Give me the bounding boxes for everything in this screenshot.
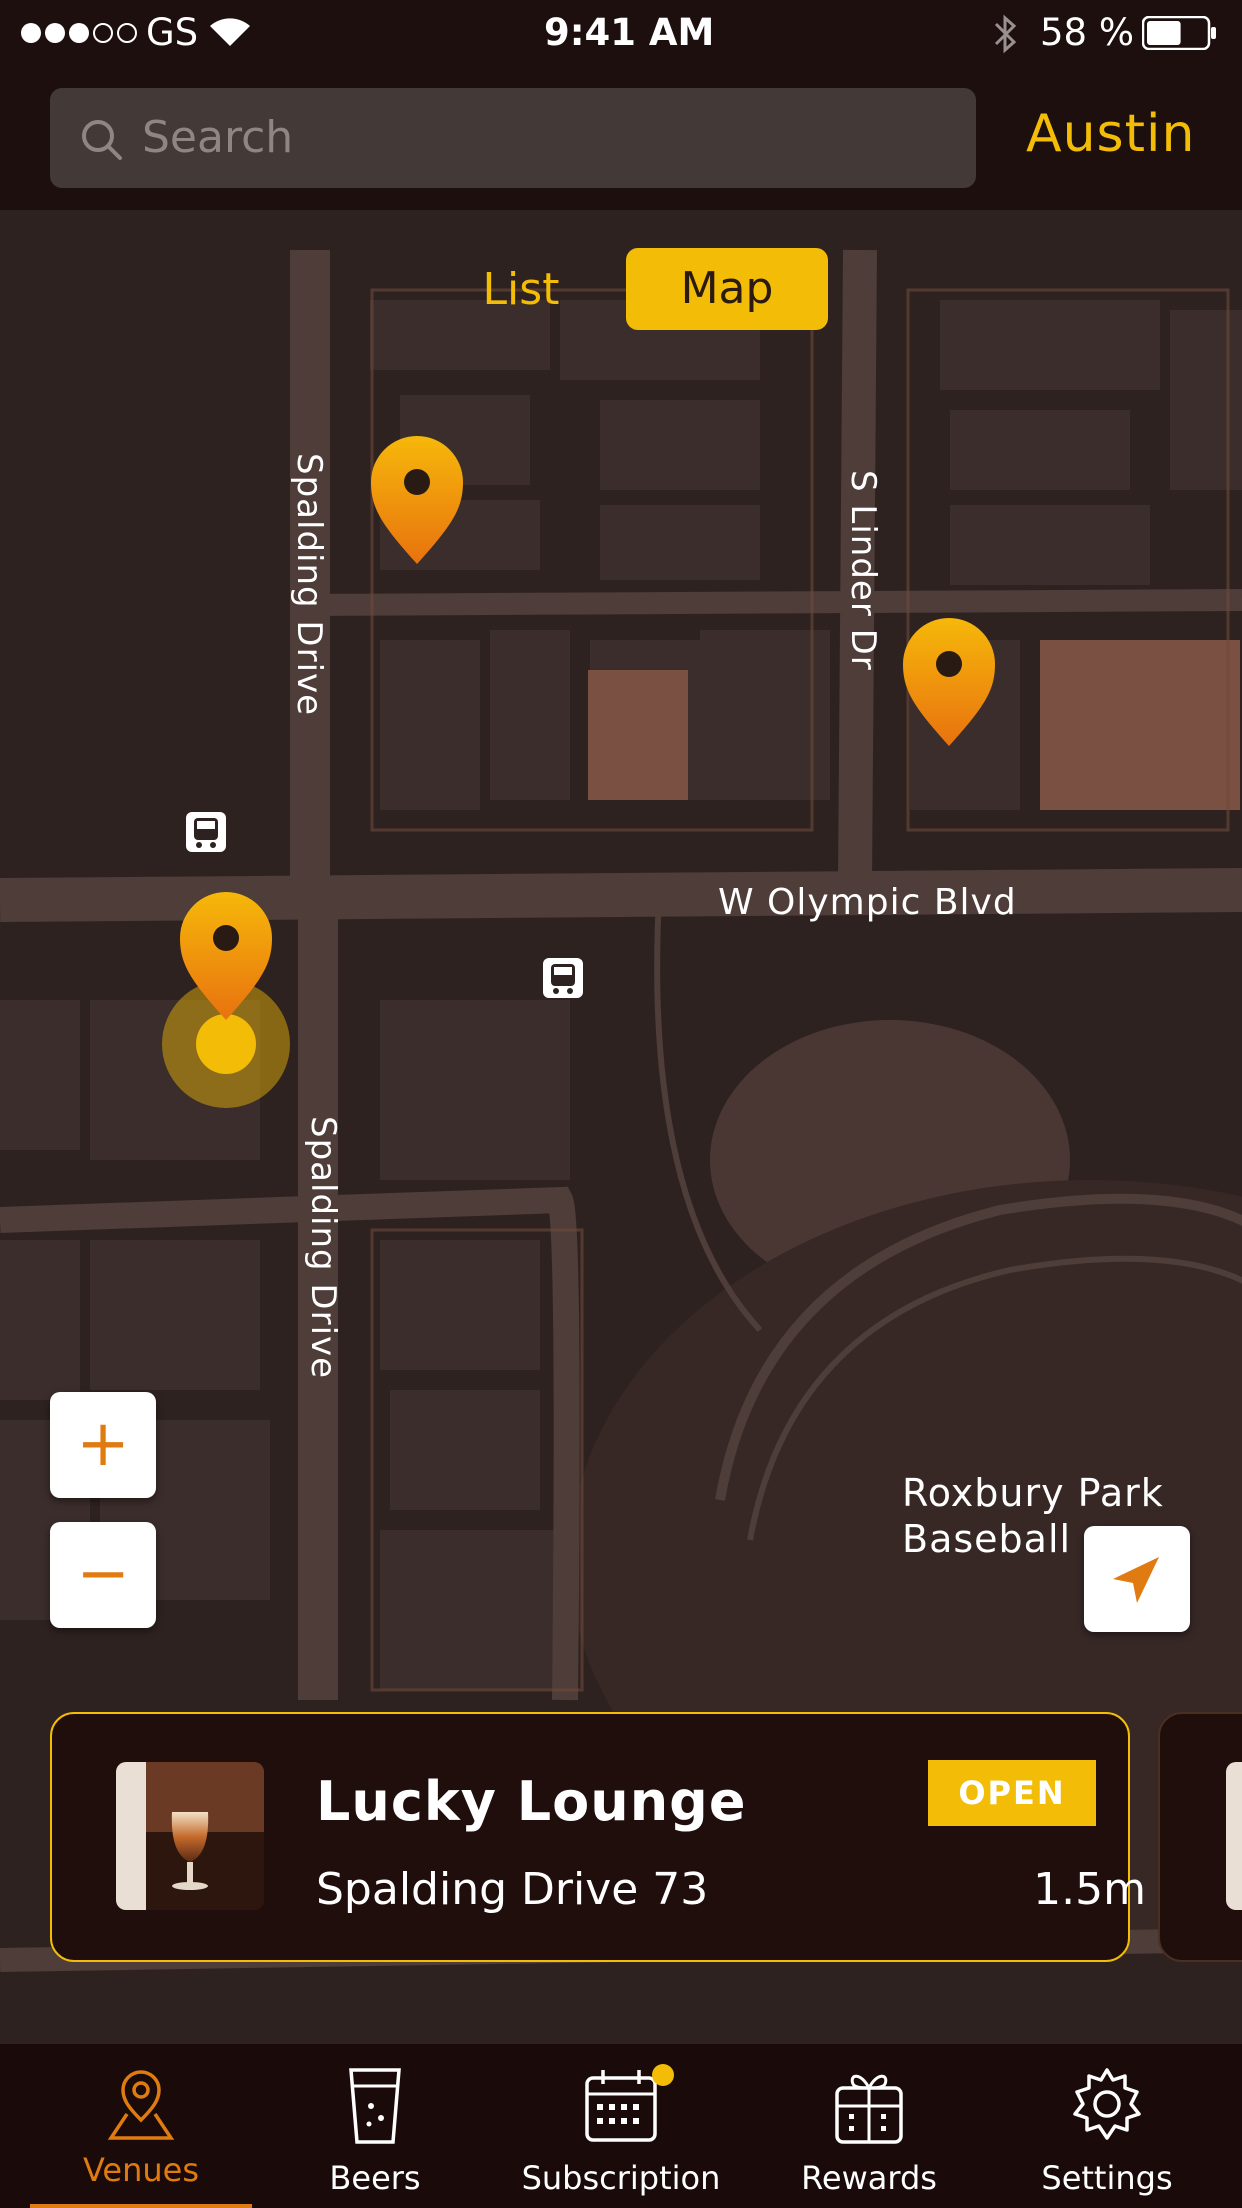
map-view-tab[interactable]: Map [626, 248, 828, 330]
street-label: S Linder Dr [843, 470, 883, 671]
tab-label: Beers [329, 2159, 421, 2197]
tab-label: Rewards [801, 2159, 937, 2197]
signal-strength-icon [21, 23, 137, 43]
park-label: Roxbury Park [902, 1471, 1164, 1515]
battery-icon [1142, 16, 1216, 50]
venue-distance: 1.5m [1033, 1864, 1146, 1915]
top-bar: Search Austin [0, 66, 1242, 210]
tab-label: Settings [1041, 2159, 1173, 2197]
bus-stop-icon[interactable] [186, 812, 226, 852]
plus-icon: + [76, 1407, 130, 1481]
list-view-tab[interactable]: List [466, 258, 576, 322]
street-label: W Olympic Blvd [718, 882, 1017, 923]
next-venue-card[interactable] [1158, 1712, 1242, 1962]
my-location-button[interactable] [1084, 1526, 1190, 1632]
city-selector[interactable]: Austin [1026, 102, 1195, 166]
beer-glass-icon [349, 2068, 401, 2144]
wifi-icon [210, 18, 250, 46]
battery-percent: 58 % [1040, 11, 1134, 54]
app-screen: Spalding Drive S Linder Dr W Olympic Blv… [0, 0, 1242, 2208]
tab-label: Subscription [521, 2159, 721, 2197]
search-icon [82, 120, 122, 160]
zoom-in-button[interactable]: + [50, 1392, 156, 1498]
search-placeholder: Search [142, 112, 294, 163]
clock: 9:41 AM [544, 11, 715, 54]
status-bar: GS 9:41 AM 58 % [0, 0, 1242, 66]
venue-name: Lucky Lounge [316, 1770, 747, 1833]
gear-icon [1073, 2068, 1141, 2140]
tab-rewards[interactable]: Rewards [756, 2044, 982, 2208]
tab-beers[interactable]: Beers [264, 2044, 486, 2208]
street-label: Spalding Drive [289, 453, 329, 716]
tab-subscription[interactable]: Subscription [498, 2044, 744, 2208]
bus-stop-icon[interactable] [543, 958, 583, 998]
selected-location-dot [196, 1014, 256, 1074]
street-label: Spalding Drive [303, 1116, 343, 1379]
zoom-out-button[interactable]: − [50, 1522, 156, 1628]
open-status-badge: OPEN [928, 1760, 1096, 1826]
location-arrow-icon [1113, 1557, 1159, 1603]
active-tab-indicator [30, 2204, 252, 2208]
bluetooth-icon [994, 14, 1017, 54]
venue-card[interactable]: Lucky Lounge Spalding Drive 73 OPEN 1.5m [50, 1712, 1146, 1962]
tab-venues[interactable]: Venues [30, 2044, 252, 2208]
gift-icon [835, 2074, 903, 2144]
tab-label: Venues [82, 2151, 199, 2189]
minus-icon: − [76, 1537, 130, 1611]
venue-thumbnail [1226, 1762, 1242, 1910]
venue-thumbnail [116, 1762, 264, 1910]
venue-address: Spalding Drive 73 [316, 1864, 709, 1915]
tab-bar: Venues Beers Subscription Rewards Settin… [0, 2044, 1242, 2208]
park-label: Baseball [902, 1517, 1071, 1561]
search-input[interactable]: Search [50, 88, 976, 188]
tab-settings[interactable]: Settings [994, 2044, 1220, 2208]
map-pin-icon [107, 2070, 175, 2140]
notification-badge [652, 2064, 674, 2086]
carrier-name: GS [146, 11, 199, 54]
